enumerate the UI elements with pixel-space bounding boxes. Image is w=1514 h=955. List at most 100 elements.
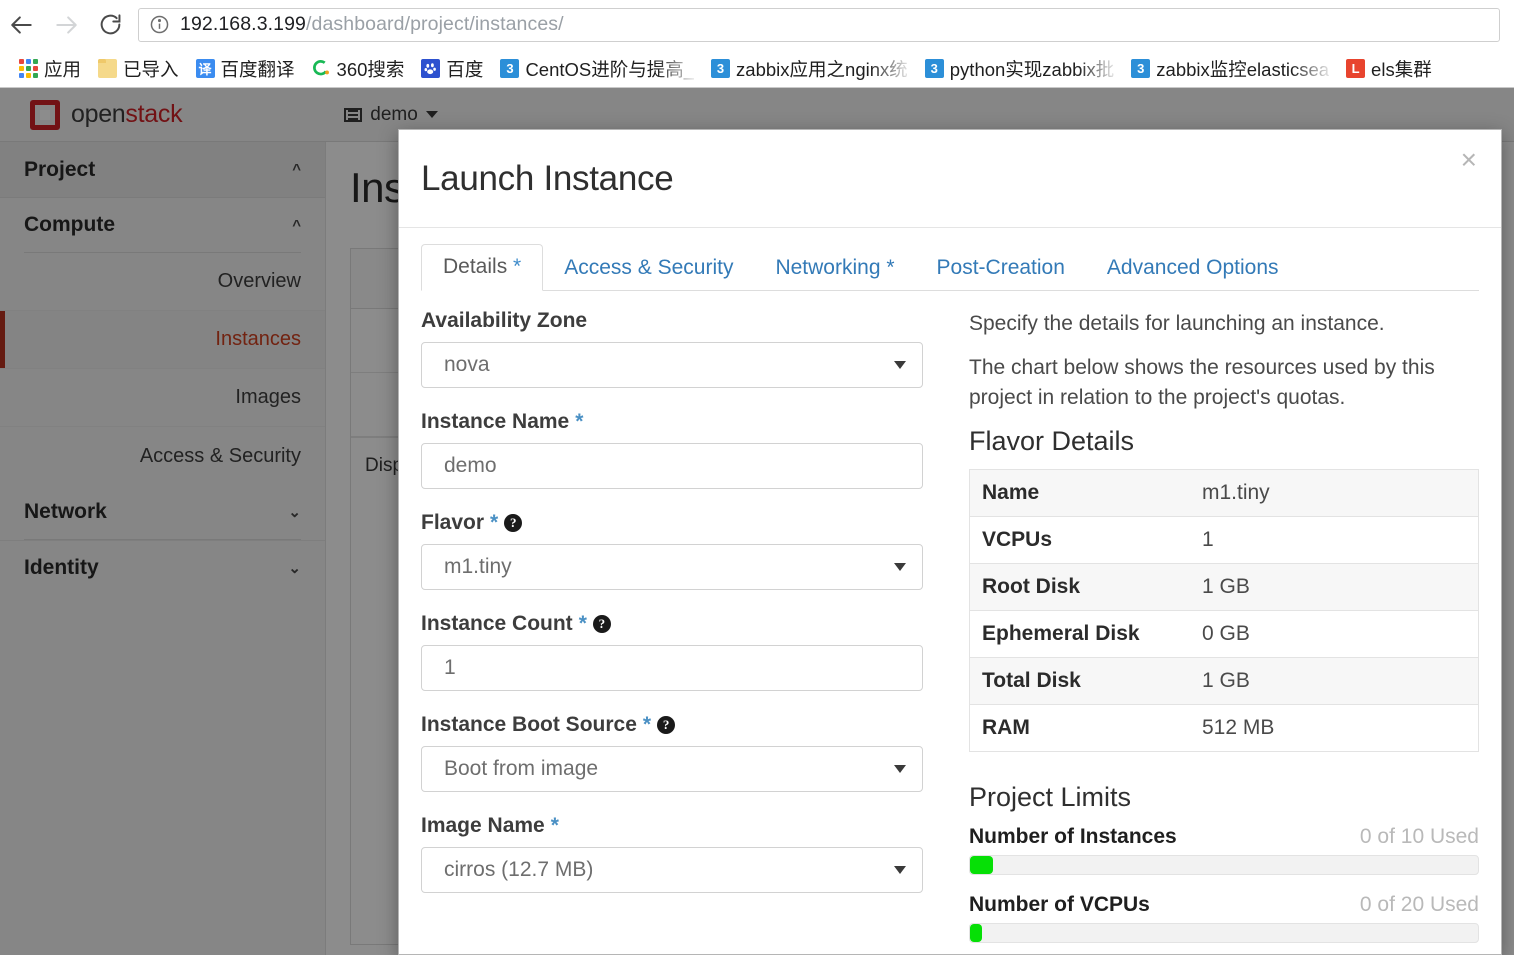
reload-icon[interactable]: [88, 3, 132, 47]
bookmark-baidu-translate[interactable]: 译 百度翻译: [189, 54, 302, 84]
bookmark-imported[interactable]: 已导入: [91, 54, 186, 84]
bookmark-360-search[interactable]: 360搜索: [305, 54, 412, 84]
flavor-details-heading: Flavor Details: [969, 426, 1135, 457]
select-value: Boot from image: [444, 757, 599, 780]
tab-label: Details: [443, 255, 508, 278]
bookmark-label: els集群: [1371, 58, 1432, 80]
bookmark-apps[interactable]: 应用: [12, 54, 88, 84]
table-row: RAM 512 MB: [970, 705, 1478, 753]
limit-header: Number of VCPUs 0 of 20 Used: [969, 893, 1479, 917]
bookmark-label: zabbix应用之nginx统: [736, 58, 908, 80]
image-name-select[interactable]: cirros (12.7 MB): [421, 847, 923, 893]
row-value: 1: [1202, 528, 1214, 552]
chevron-down-icon: [894, 866, 906, 874]
row-value: 0 GB: [1202, 622, 1250, 646]
bookmark-zabbix-elasticsearch[interactable]: 3 zabbix监控elasticsea: [1124, 54, 1336, 84]
bookmark-label: 百度翻译: [220, 58, 295, 80]
bookmark-python-zabbix[interactable]: 3 python实现zabbix批: [918, 54, 1122, 84]
required-marker: *: [575, 410, 584, 433]
bookmarks-bar: 应用 已导入 译 百度翻译 360搜索 百度 3 CentOS进阶与提高_ 3 …: [0, 49, 1514, 88]
link-icon: 3: [500, 59, 520, 78]
table-row: Name m1.tiny: [970, 470, 1478, 518]
bookmark-label: CentOS进阶与提高_: [525, 58, 695, 80]
field-label: Instance Count * ?: [421, 612, 923, 636]
translate-icon: 译: [195, 59, 215, 78]
browser-nav-bar: 192.168.3.199/dashboard/project/instance…: [0, 0, 1514, 49]
modal-tabs: Details * Access & Security Networking *…: [421, 243, 1479, 291]
tab-access-security[interactable]: Access & Security: [543, 246, 754, 291]
chevron-down-icon: [894, 361, 906, 369]
page-info-icon[interactable]: [149, 14, 170, 35]
field-availability-zone: Availability Zone nova: [421, 309, 923, 388]
row-key: Root Disk: [982, 575, 1081, 599]
limit-label: Number of Instances: [969, 825, 1177, 849]
field-label: Flavor * ?: [421, 511, 923, 535]
forward-arrow-icon: [44, 3, 88, 47]
link-icon: 3: [924, 59, 944, 78]
instance-boot-source-select[interactable]: Boot from image: [421, 746, 923, 792]
field-label-text: Availability Zone: [421, 309, 588, 332]
close-icon[interactable]: ×: [1461, 146, 1477, 174]
row-key: Name: [982, 481, 1040, 505]
required-marker: *: [880, 256, 895, 279]
book-icon: L: [1346, 59, 1366, 78]
address-bar[interactable]: 192.168.3.199/dashboard/project/instance…: [138, 7, 1500, 42]
help-icon[interactable]: ?: [504, 514, 523, 532]
row-value: 1 GB: [1202, 669, 1250, 693]
field-label: Instance Name *: [421, 410, 923, 434]
modal-header: Launch Instance ×: [399, 130, 1501, 228]
bookmark-label: 应用: [44, 58, 82, 80]
tab-label: Access & Security: [564, 256, 734, 279]
tab-details[interactable]: Details *: [421, 244, 544, 291]
form-column: Availability Zone nova Instance Name * d…: [421, 309, 923, 954]
360-search-icon: [312, 59, 331, 78]
launch-instance-modal: Launch Instance × Details * Access & Sec…: [398, 129, 1502, 955]
tab-label: Post-Creation: [936, 256, 1065, 279]
table-row: VCPUs 1: [970, 517, 1478, 565]
required-marker: *: [578, 612, 587, 635]
help-icon[interactable]: ?: [592, 615, 611, 633]
bookmark-label: zabbix监控elasticsea: [1156, 58, 1330, 80]
row-key: Total Disk: [982, 669, 1081, 693]
bookmark-els-cluster[interactable]: L els集群: [1339, 54, 1439, 84]
row-key: VCPUs: [982, 528, 1053, 552]
required-marker: *: [507, 255, 522, 278]
field-label: Instance Boot Source * ?: [421, 713, 923, 737]
flavor-select[interactable]: m1.tiny: [421, 544, 923, 590]
help-text-2: The chart below shows the resources used…: [969, 355, 1435, 409]
help-icon[interactable]: ?: [657, 716, 676, 734]
field-label-text: Instance Boot Source: [421, 713, 637, 736]
required-marker: *: [642, 713, 652, 736]
limit-usage: 0 of 20 Used: [1359, 893, 1479, 917]
limit-number-of-vcpus: Number of VCPUs 0 of 20 Used: [969, 893, 1479, 944]
tab-post-creation[interactable]: Post-Creation: [916, 246, 1086, 291]
field-label-text: Instance Name: [421, 410, 570, 433]
browser-chrome: 192.168.3.199/dashboard/project/instance…: [0, 0, 1514, 88]
project-limits-heading: Project Limits: [969, 782, 1132, 813]
select-value: cirros (12.7 MB): [444, 858, 594, 881]
field-flavor: Flavor * ? m1.tiny: [421, 511, 923, 590]
bookmark-centos[interactable]: 3 CentOS进阶与提高_: [493, 54, 701, 84]
modal-body: Availability Zone nova Instance Name * d…: [399, 291, 1501, 954]
progress-bar: [969, 855, 1479, 876]
field-label-text: Instance Count: [421, 612, 573, 635]
bookmark-zabbix-nginx[interactable]: 3 zabbix应用之nginx统: [704, 54, 915, 84]
back-arrow-icon[interactable]: [0, 3, 44, 47]
tab-networking[interactable]: Networking *: [754, 246, 915, 291]
tab-label: Advanced Options: [1106, 256, 1279, 279]
bookmark-baidu[interactable]: 百度: [414, 54, 490, 84]
instance-name-input[interactable]: demo: [421, 443, 923, 489]
select-value: m1.tiny: [444, 555, 512, 578]
tab-advanced-options[interactable]: Advanced Options: [1086, 246, 1300, 291]
select-value: nova: [444, 353, 490, 376]
field-image-name: Image Name * cirros (12.7 MB): [421, 814, 923, 893]
field-label-text: Flavor: [421, 511, 485, 534]
link-icon: 3: [1131, 59, 1151, 78]
input-value: 1: [444, 656, 456, 679]
availability-zone-select[interactable]: nova: [421, 342, 923, 388]
url-host: 192.168.3.199: [180, 13, 307, 35]
row-value: 1 GB: [1202, 575, 1250, 599]
required-marker: *: [490, 511, 499, 534]
instance-count-input[interactable]: 1: [421, 645, 923, 691]
baidu-paw-icon: [421, 59, 441, 78]
